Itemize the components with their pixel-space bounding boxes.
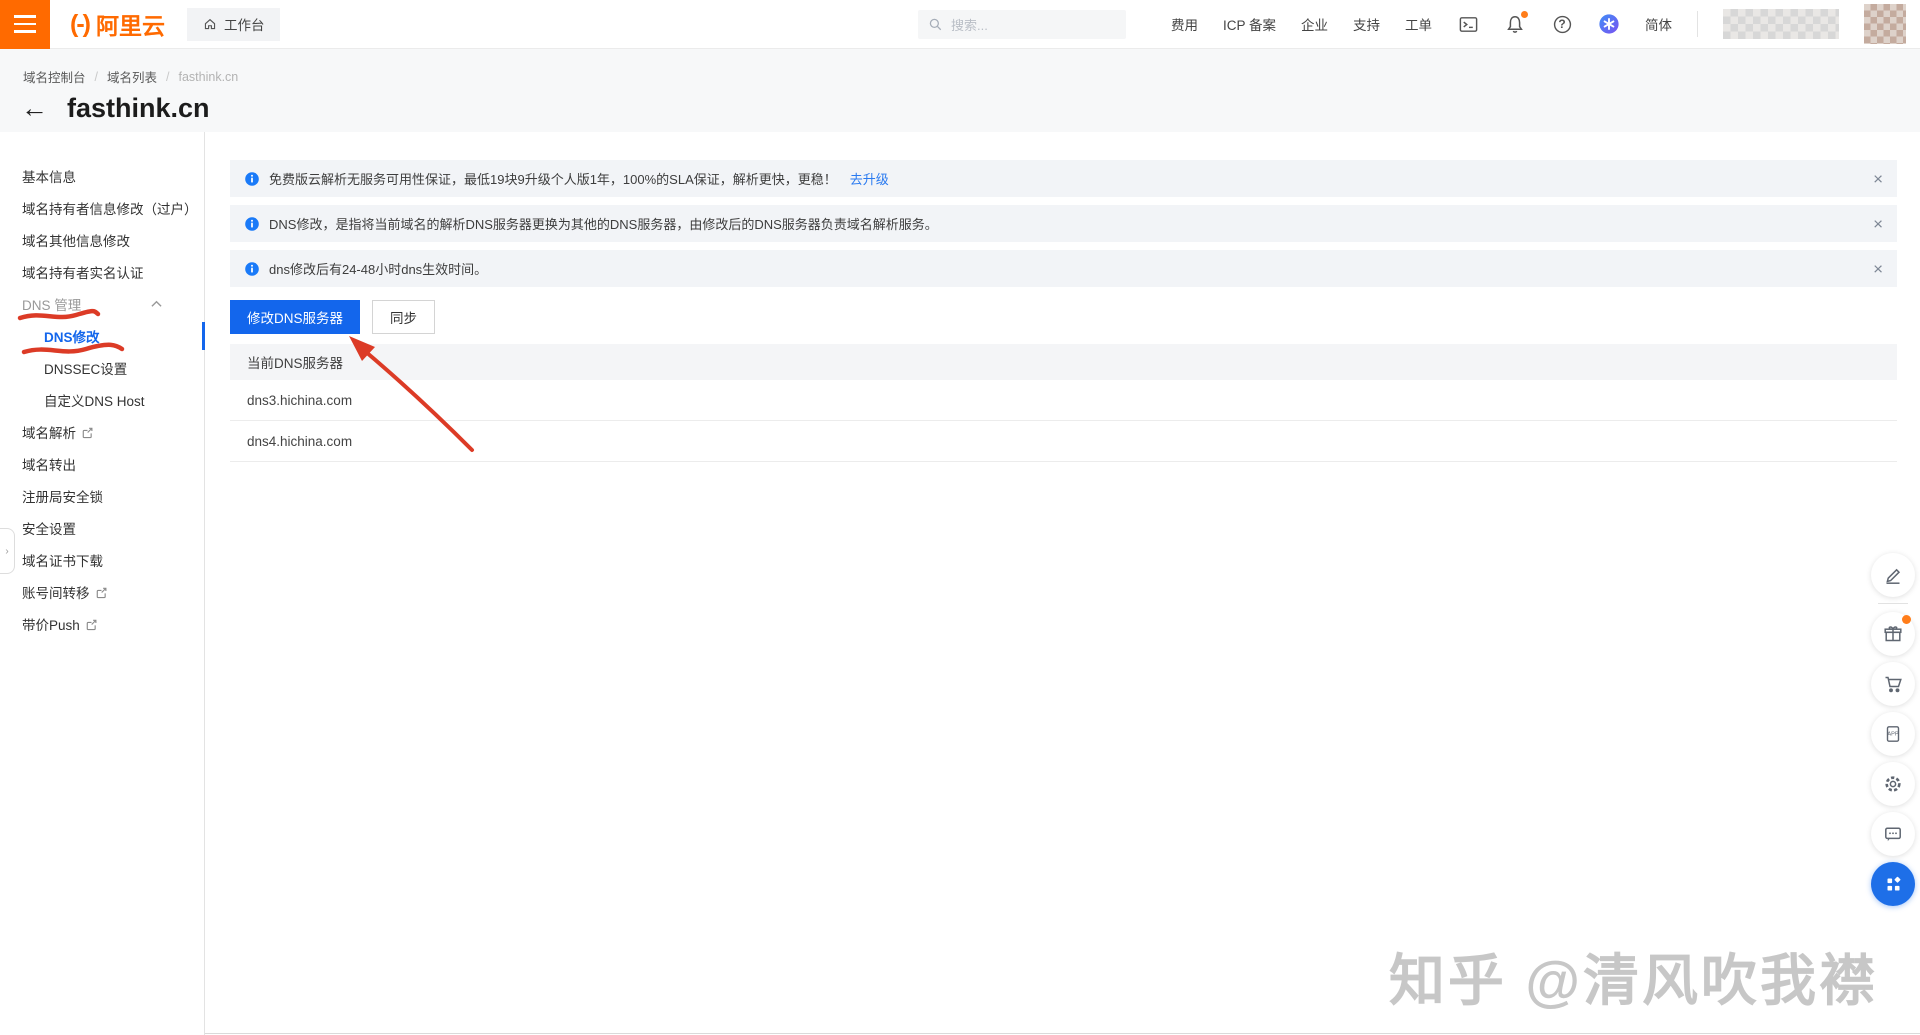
nav-ticket[interactable]: 工单 — [1405, 14, 1432, 34]
info-icon — [244, 171, 260, 187]
right-floating-toolbar: APP — [1871, 553, 1915, 912]
banner-text: dns修改后有24-48小时dns生效时间。 — [269, 262, 488, 277]
help-icon[interactable]: ? — [1551, 13, 1573, 35]
table-header: 当前DNS服务器 — [230, 344, 1897, 380]
header-divider — [1697, 11, 1698, 37]
nav-icp[interactable]: ICP 备案 — [1223, 14, 1276, 34]
sidebar-item-custom-dns-host[interactable]: 自定义DNS Host — [0, 384, 204, 416]
app-download-icon[interactable] — [1598, 13, 1620, 35]
main-content: 免费版云解析无服务可用性保证，最低19块9升级个人版1年，100%的SLA保证，… — [205, 132, 1920, 1035]
current-dns-table: 当前DNS服务器 dns3.hichina.com dns4.hichina.c… — [230, 344, 1897, 462]
svg-text:APP: APP — [1887, 731, 1898, 737]
toolbar-divider — [1878, 603, 1908, 604]
sidebar-item-security-settings[interactable]: 安全设置 — [0, 512, 204, 544]
widgets-grid-icon[interactable] — [1871, 862, 1915, 906]
workbench-tab[interactable]: 工作台 — [186, 7, 281, 41]
chat-feedback-icon[interactable] — [1871, 812, 1915, 856]
selected-indicator — [202, 322, 205, 350]
sync-button[interactable]: 同步 — [372, 300, 436, 334]
sidebar-item-domain-transfer-out[interactable]: 域名转出 — [0, 448, 204, 480]
sidebar-item-dns-modify[interactable]: DNS修改 — [0, 320, 205, 352]
sidebar-item-other-info-change[interactable]: 域名其他信息修改 — [0, 224, 204, 256]
close-icon[interactable]: × — [1873, 170, 1883, 187]
gift-icon[interactable] — [1871, 612, 1915, 656]
close-icon[interactable]: × — [1873, 260, 1883, 277]
sidebar-item-account-transfer[interactable]: 账号间转移 — [0, 576, 204, 608]
modify-dns-server-button[interactable]: 修改DNS服务器 — [230, 300, 361, 334]
sidebar-item-dnssec[interactable]: DNSSEC设置 — [0, 352, 204, 384]
info-icon — [244, 216, 260, 232]
sidebar-item-realname-auth[interactable]: 域名持有者实名认证 — [0, 256, 204, 288]
sidebar-group-dns-management[interactable]: DNS 管理 — [0, 288, 204, 320]
search-input[interactable]: 搜索... — [917, 9, 1126, 39]
info-banner-upgrade: 免费版云解析无服务可用性保证，最低19块9升级个人版1年，100%的SLA保证，… — [230, 160, 1897, 197]
nav-support[interactable]: 支持 — [1353, 14, 1380, 34]
breadcrumb-current: fasthink.cn — [178, 69, 239, 84]
workbench-label: 工作台 — [223, 18, 265, 33]
external-link-icon — [81, 426, 94, 439]
sidebar-item-basic-info[interactable]: 基本信息 — [0, 160, 204, 192]
help-glyph: ? — [1558, 17, 1566, 31]
chevron-right-icon: › — [5, 545, 9, 557]
settings-gear-icon[interactable] — [1871, 762, 1915, 806]
breadcrumb: 域名控制台 / 域名列表 / fasthink.cn — [23, 67, 238, 86]
sidebar-item-dns-resolution[interactable]: 域名解析 — [0, 416, 204, 448]
sidebar-collapse-handle[interactable]: › — [0, 528, 15, 574]
banner-text: 免费版云解析无服务可用性保证，最低19块9升级个人版1年，100%的SLA保证，… — [269, 172, 837, 187]
gift-notification-dot — [1902, 615, 1911, 624]
table-row: dns4.hichina.com — [230, 421, 1897, 462]
mobile-app-icon[interactable]: APP — [1871, 712, 1915, 756]
page-title: fasthink.cn — [67, 93, 210, 123]
sidebar: 基本信息 域名持有者信息修改（过户） 域名其他信息修改 域名持有者实名认证 DN… — [0, 132, 205, 1035]
account-name-blurred[interactable] — [1723, 9, 1839, 39]
breadcrumb-domain-console[interactable]: 域名控制台 — [23, 67, 86, 86]
close-icon[interactable]: × — [1873, 215, 1883, 232]
breadcrumb-separator: / — [166, 69, 170, 84]
top-header: (-) 阿里云 工作台 搜索... 费用 ICP 备案 企业 支持 工单 ? 简… — [0, 0, 1920, 49]
banner-text: DNS修改，是指将当前域名的解析DNS服务器更换为其他的DNS服务器，由修改后的… — [269, 217, 938, 232]
info-banner-dns-effect-time: dns修改后有24-48小时dns生效时间。 × — [230, 250, 1897, 287]
upgrade-link[interactable]: 去升级 — [850, 169, 889, 188]
search-placeholder: 搜索... — [950, 17, 988, 33]
table-row: dns3.hichina.com — [230, 380, 1897, 421]
search-icon — [928, 17, 943, 32]
aliyun-logo[interactable]: (-) 阿里云 — [50, 7, 187, 41]
aliyun-logo-text: 阿里云 — [95, 13, 165, 39]
content-bottom-divider — [205, 1033, 1920, 1034]
notification-bell-icon[interactable] — [1504, 11, 1528, 35]
nav-enterprise[interactable]: 企业 — [1301, 14, 1328, 34]
sidebar-item-push-with-price[interactable]: 带价Push — [0, 608, 204, 640]
external-link-icon — [95, 586, 108, 599]
cloudshell-icon[interactable] — [1457, 13, 1479, 35]
sidebar-item-holder-info-change[interactable]: 域名持有者信息修改（过户） — [0, 192, 204, 224]
feedback-pencil-icon[interactable] — [1871, 553, 1915, 597]
account-avatar-blurred[interactable] — [1864, 4, 1906, 44]
breadcrumb-domain-list[interactable]: 域名列表 — [107, 67, 157, 86]
nav-billing[interactable]: 费用 — [1171, 14, 1198, 34]
home-icon — [203, 17, 217, 31]
notification-dot — [1521, 11, 1528, 18]
page-title-band: 域名控制台 / 域名列表 / fasthink.cn ← fasthink.cn — [0, 49, 1920, 132]
zhihu-watermark: 知乎 @清风吹我襟 — [1388, 949, 1878, 1012]
back-arrow-icon[interactable]: ← — [21, 95, 48, 122]
cart-icon[interactable] — [1871, 662, 1915, 706]
sidebar-item-cert-download[interactable]: 域名证书下载 — [0, 544, 204, 576]
chevron-up-icon — [151, 300, 162, 308]
header-right: 搜索... 费用 ICP 备案 企业 支持 工单 ? 简体 — [917, 4, 1920, 44]
info-banner-dns-explain: DNS修改，是指将当前域名的解析DNS服务器更换为其他的DNS服务器，由修改后的… — [230, 205, 1897, 242]
hamburger-menu-icon[interactable] — [0, 0, 50, 49]
aliyun-logo-mark: (-) — [70, 9, 91, 38]
breadcrumb-separator: / — [94, 69, 98, 84]
language-selector[interactable]: 简体 — [1645, 14, 1672, 34]
info-icon — [244, 261, 260, 277]
sidebar-item-registry-lock[interactable]: 注册局安全锁 — [0, 480, 204, 512]
external-link-icon — [85, 618, 98, 631]
